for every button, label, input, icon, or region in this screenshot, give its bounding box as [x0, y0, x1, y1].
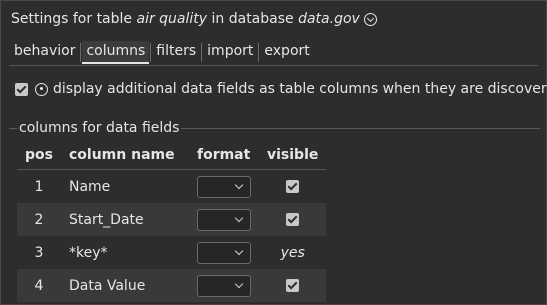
- tab-divider: [80, 43, 82, 62]
- header-visible: visible: [258, 141, 327, 170]
- header-column-name: column name: [60, 141, 189, 170]
- tab-underline: [9, 65, 538, 66]
- row-pos: 1: [34, 178, 44, 195]
- format-select[interactable]: [196, 175, 251, 198]
- table-header-row: pos column name format visible: [17, 141, 327, 170]
- chevron-down-icon: [234, 279, 244, 288]
- chevron-down-icon: [234, 213, 244, 222]
- tab-divider: [201, 43, 203, 62]
- row-column-name: *key*: [68, 244, 108, 261]
- chevron-down-icon: [234, 180, 244, 189]
- row-format-cell: [188, 269, 259, 302]
- row-format-cell: [189, 170, 259, 204]
- table-row: 2 Start_Date: [17, 203, 327, 236]
- row-visible-cell: [258, 203, 327, 236]
- row-format-cell: [188, 203, 259, 236]
- row-column-name: Start_Date: [60, 203, 189, 236]
- header-format: format: [188, 141, 259, 170]
- row-column-name: Name: [68, 178, 111, 195]
- info-icon[interactable]: [35, 82, 48, 96]
- row-visible-cell: [259, 170, 326, 204]
- format-select[interactable]: [196, 208, 251, 231]
- title-middle: in database: [211, 11, 294, 27]
- visible-checkbox[interactable]: [286, 180, 300, 193]
- row-column-name: Data Value: [60, 269, 189, 302]
- settings-window: Settings for table air quality in databa…: [0, 0, 547, 305]
- tab-import[interactable]: import: [203, 41, 257, 64]
- table-row: 3 *key* yes: [17, 236, 326, 269]
- table-row: 1 Name: [17, 170, 326, 204]
- tab-export[interactable]: export: [260, 41, 313, 64]
- window-title: Settings for table air quality in databa…: [11, 11, 377, 27]
- visible-checkbox[interactable]: [286, 279, 300, 292]
- tab-bar: behavior columns filters import export: [10, 41, 314, 64]
- row-pos: 2: [17, 203, 61, 236]
- visible-text: yes: [280, 244, 305, 261]
- row-pos: 3: [34, 244, 44, 261]
- display-fields-checkbox[interactable]: [15, 82, 28, 96]
- title-prefix: Settings for table: [11, 11, 133, 27]
- row-visible-cell: [258, 269, 327, 302]
- columns-table: pos column name format visible 1 Name 2: [17, 141, 327, 302]
- title-database-name: data.gov: [298, 11, 360, 27]
- format-select[interactable]: [196, 274, 251, 297]
- visible-checkbox[interactable]: [286, 213, 300, 226]
- row-format-cell: [189, 236, 259, 269]
- tab-behavior[interactable]: behavior: [10, 41, 79, 64]
- chevron-down-icon: [234, 246, 244, 255]
- header-pos: pos: [17, 141, 61, 170]
- tab-divider: [150, 43, 152, 62]
- tab-divider: [258, 43, 260, 62]
- columns-group-legend: columns for data fields: [19, 120, 180, 136]
- row-pos: 4: [17, 269, 61, 302]
- chevron-down-icon[interactable]: [363, 12, 377, 26]
- row-visible-cell: yes: [259, 236, 326, 269]
- title-table-name: air quality: [136, 11, 208, 27]
- display-fields-option: display additional data fields as table …: [15, 81, 547, 97]
- tab-filters[interactable]: filters: [152, 41, 200, 64]
- tab-columns[interactable]: columns: [82, 41, 150, 64]
- table-row: 4 Data Value: [17, 269, 327, 302]
- format-select[interactable]: [196, 241, 251, 264]
- display-fields-label: display additional data fields as table …: [53, 81, 547, 97]
